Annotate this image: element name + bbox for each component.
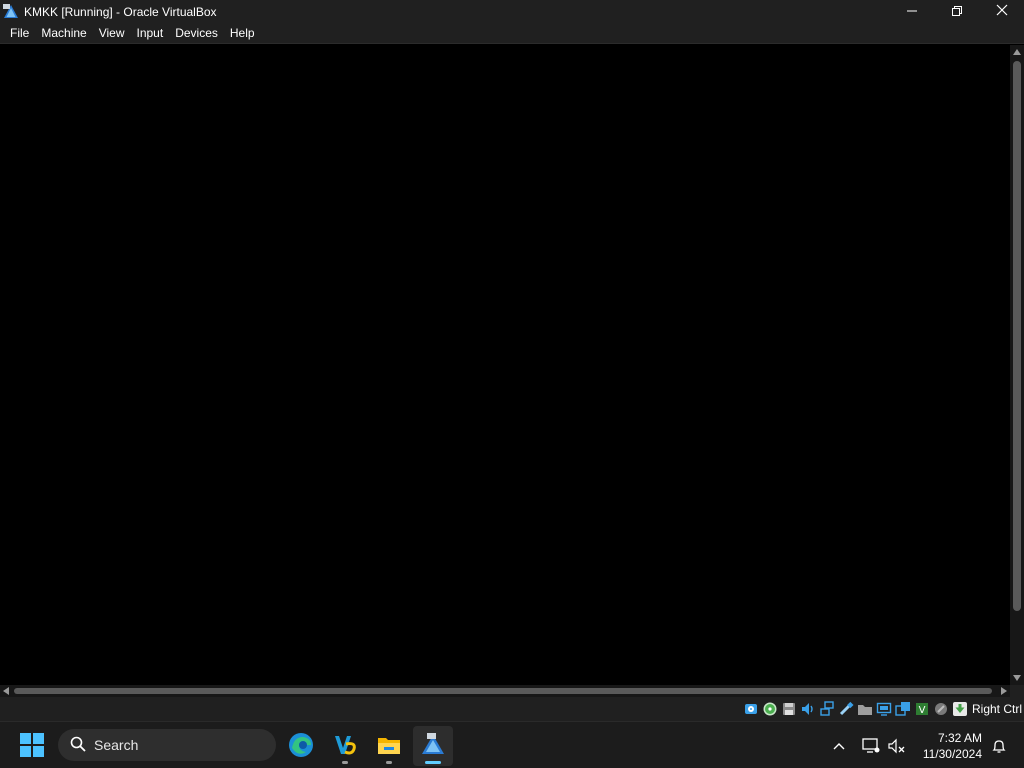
notification-bell-icon[interactable] — [986, 731, 1012, 761]
horizontal-scrollbar[interactable] — [0, 685, 1010, 697]
taskbar-app-edge[interactable] — [281, 726, 321, 766]
title-bar[interactable]: KMKK [Running] - Oracle VirtualBox — [0, 0, 1024, 23]
display-icon[interactable] — [876, 701, 892, 717]
file-explorer-icon — [376, 732, 402, 761]
host-key-label: Right Ctrl — [971, 702, 1022, 716]
show-hidden-icons-chevron-icon[interactable] — [826, 731, 852, 761]
taskbar: Search 7:32 AM 11/30/2024 — [0, 721, 1024, 768]
guest-display[interactable] — [0, 45, 1010, 685]
taskbar-search[interactable]: Search — [58, 729, 276, 761]
virtualbox-icon — [2, 3, 20, 21]
cpu-icon[interactable]: V — [914, 701, 930, 717]
menu-view[interactable]: View — [93, 23, 131, 44]
start-button[interactable] — [17, 731, 47, 761]
hard-disk-icon[interactable] — [743, 701, 759, 717]
scroll-right-icon[interactable] — [998, 685, 1010, 697]
close-button[interactable] — [979, 0, 1024, 23]
edge-icon — [288, 732, 314, 761]
taskbar-app-visual-studio[interactable] — [325, 726, 365, 766]
minimize-icon — [906, 5, 917, 19]
system-tray: 7:32 AM 11/30/2024 — [826, 722, 1024, 768]
scroll-down-icon[interactable] — [1010, 671, 1024, 685]
clock-time: 7:32 AM — [937, 730, 982, 745]
floppy-icon[interactable] — [781, 701, 797, 717]
search-icon — [70, 736, 86, 755]
recording-icon[interactable] — [895, 701, 911, 717]
active-indicator — [425, 761, 441, 764]
windows-icon — [20, 732, 44, 760]
minimize-button[interactable] — [889, 0, 934, 23]
menu-file[interactable]: File — [4, 23, 35, 44]
maximize-button[interactable] — [934, 0, 979, 23]
scroll-up-icon[interactable] — [1010, 45, 1024, 59]
visual-studio-icon — [332, 732, 358, 761]
taskbar-clock[interactable]: 7:32 AM 11/30/2024 — [910, 730, 986, 762]
taskbar-app-virtualbox[interactable] — [413, 726, 453, 766]
usb-icon[interactable] — [838, 701, 854, 717]
network-status-icon[interactable] — [858, 731, 884, 761]
menu-machine[interactable]: Machine — [35, 23, 92, 44]
running-indicator — [342, 761, 348, 764]
taskbar-app-file-explorer[interactable] — [369, 726, 409, 766]
search-placeholder: Search — [94, 737, 139, 753]
menu-bar: File Machine View Input Devices Help — [0, 23, 1024, 44]
host-key-icon[interactable] — [952, 701, 968, 717]
menu-help[interactable]: Help — [224, 23, 261, 44]
network-icon[interactable] — [819, 701, 835, 717]
volume-muted-icon[interactable] — [884, 731, 910, 761]
menu-input[interactable]: Input — [131, 23, 170, 44]
vertical-scroll-thumb[interactable] — [1013, 61, 1021, 611]
window-title: KMKK [Running] - Oracle VirtualBox — [24, 4, 217, 19]
clock-date: 11/30/2024 — [922, 746, 982, 761]
close-icon — [996, 4, 1008, 19]
restore-icon — [951, 5, 962, 19]
running-indicator — [386, 761, 392, 764]
mouse-integration-icon[interactable] — [933, 701, 949, 717]
horizontal-scroll-thumb[interactable] — [14, 688, 992, 694]
audio-icon[interactable] — [800, 701, 816, 717]
shared-folders-icon[interactable] — [857, 701, 873, 717]
scroll-left-icon[interactable] — [0, 685, 12, 697]
vertical-scrollbar[interactable] — [1010, 45, 1024, 685]
svg-text:V: V — [919, 705, 926, 716]
virtualbox-icon — [420, 732, 446, 761]
optical-drive-icon[interactable] — [762, 701, 778, 717]
scroll-corner — [1010, 685, 1024, 697]
vm-status-bar: V Right Ctrl — [0, 697, 1024, 721]
menu-devices[interactable]: Devices — [169, 23, 224, 44]
